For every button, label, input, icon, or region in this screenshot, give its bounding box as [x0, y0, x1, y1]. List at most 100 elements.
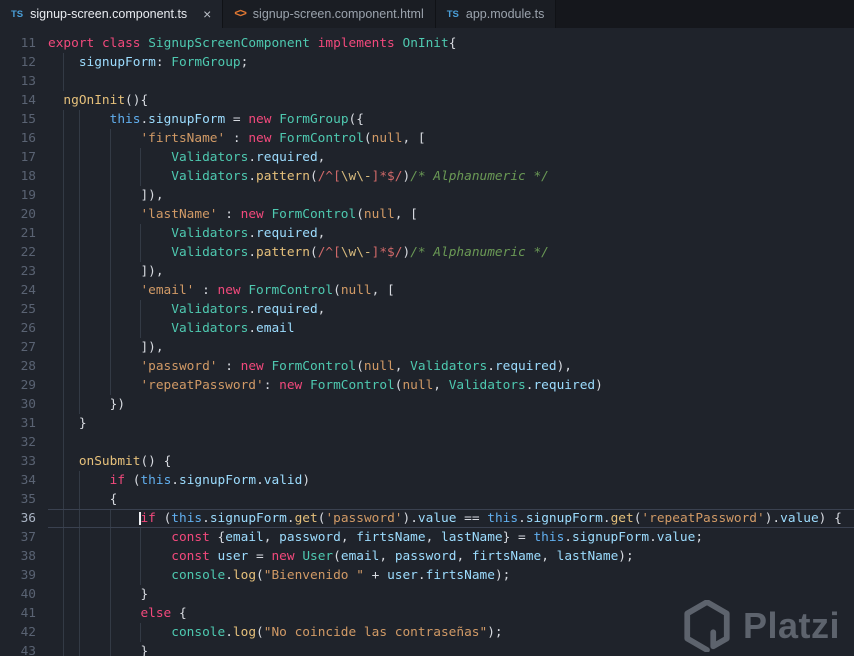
- line-number[interactable]: 32: [0, 433, 36, 452]
- tab-signup-screen.component.ts[interactable]: TS signup-screen.component.ts ×: [0, 0, 224, 28]
- code-token: .: [256, 473, 264, 488]
- line-number[interactable]: 42: [0, 623, 36, 642]
- line-number[interactable]: 19: [0, 186, 36, 205]
- code-token: ]),: [140, 340, 164, 355]
- code-text[interactable]: }: [48, 414, 854, 433]
- line-number[interactable]: 25: [0, 300, 36, 319]
- code-token: firtsName: [471, 549, 542, 564]
- code-token: ,: [379, 549, 395, 564]
- code-token: Validators: [171, 245, 249, 260]
- code-text[interactable]: 'repeatPassword': new FormControl(null, …: [48, 376, 854, 395]
- code-text[interactable]: if (this.signupForm.get('password').valu…: [48, 509, 854, 528]
- line-number[interactable]: 26: [0, 319, 36, 338]
- code-editor[interactable]: 11 export class SignupScreenComponent imp…: [0, 28, 854, 656]
- line-number[interactable]: 38: [0, 547, 36, 566]
- code-text[interactable]: ]),: [48, 338, 854, 357]
- code-text[interactable]: Validators.required,: [48, 224, 854, 243]
- line-number[interactable]: 24: [0, 281, 36, 300]
- line-number[interactable]: 17: [0, 148, 36, 167]
- code-text[interactable]: signupForm: FormGroup;: [48, 53, 854, 72]
- code-line-36: 36 if (this.signupForm.get('password').va…: [0, 509, 854, 528]
- code-token: FormControl: [248, 283, 334, 298]
- line-number[interactable]: 30: [0, 395, 36, 414]
- line-number[interactable]: 21: [0, 224, 36, 243]
- line-number[interactable]: 28: [0, 357, 36, 376]
- code-text[interactable]: Validators.required,: [48, 300, 854, 319]
- code-text[interactable]: [48, 433, 854, 452]
- line-number[interactable]: 34: [0, 471, 36, 490]
- code-line-27: 27]),: [0, 338, 854, 357]
- line-number[interactable]: 23: [0, 262, 36, 281]
- code-line-38: 38 const user = new User(email, password,…: [0, 547, 854, 566]
- code-token: ngOnInit: [63, 93, 126, 108]
- code-token: );: [487, 625, 503, 640]
- code-text[interactable]: this.signupForm = new FormGroup({: [48, 110, 854, 129]
- code-text[interactable]: }): [48, 395, 854, 414]
- tab-app.module.ts[interactable]: TS app.module.ts: [435, 0, 557, 28]
- code-token: {: [109, 492, 118, 507]
- indent-guide: [109, 224, 111, 243]
- indent-guide: [109, 338, 111, 357]
- line-number[interactable]: 18: [0, 167, 36, 186]
- indent-guide: [63, 53, 65, 72]
- line-number[interactable]: 43: [0, 642, 36, 656]
- code-token: signupForm: [179, 473, 257, 488]
- code-token: value: [656, 530, 696, 545]
- code-text[interactable]: export class SignupScreenComponent imple…: [48, 34, 854, 53]
- line-number[interactable]: 14: [0, 91, 36, 110]
- tab-signup-screen.component.html[interactable]: <> signup-screen.component.html: [223, 0, 436, 28]
- line-number[interactable]: 13: [0, 72, 36, 91]
- code-text[interactable]: }: [48, 585, 854, 604]
- line-number[interactable]: 29: [0, 376, 36, 395]
- line-number[interactable]: 11: [0, 34, 36, 53]
- code-text[interactable]: if (this.signupForm.valid): [48, 471, 854, 490]
- code-text[interactable]: ngOnInit(){: [48, 91, 854, 110]
- line-number[interactable]: 15: [0, 110, 36, 129]
- code-text[interactable]: const {email, password, firtsName, lastN…: [48, 528, 854, 547]
- code-token: email: [225, 530, 264, 545]
- line-number[interactable]: 41: [0, 604, 36, 623]
- tab-close-icon[interactable]: ×: [203, 7, 211, 21]
- code-line-29: 29 'repeatPassword': new FormControl(null…: [0, 376, 854, 395]
- line-number[interactable]: 12: [0, 53, 36, 72]
- code-text[interactable]: 'password' : new FormControl(null, Valid…: [48, 357, 854, 376]
- code-token: signupForm: [78, 55, 156, 70]
- line-number[interactable]: 31: [0, 414, 36, 433]
- line-number[interactable]: 39: [0, 566, 36, 585]
- code-text[interactable]: 'lastName' : new FormControl(null, [: [48, 205, 854, 224]
- code-token: (: [356, 359, 364, 374]
- code-token: /^[: [317, 169, 341, 184]
- indent-guide: [109, 547, 111, 566]
- code-token: pattern: [256, 245, 310, 260]
- code-text[interactable]: [48, 72, 854, 91]
- line-number[interactable]: 22: [0, 243, 36, 262]
- code-text[interactable]: Validators.email: [48, 319, 854, 338]
- line-number[interactable]: 35: [0, 490, 36, 509]
- code-text[interactable]: ]),: [48, 262, 854, 281]
- code-text[interactable]: }: [48, 642, 854, 656]
- code-token: ,: [425, 530, 441, 545]
- code-text[interactable]: {: [48, 490, 854, 509]
- line-number[interactable]: 33: [0, 452, 36, 471]
- line-number[interactable]: 40: [0, 585, 36, 604]
- code-token: Validators: [171, 226, 249, 241]
- code-text[interactable]: onSubmit() {: [48, 452, 854, 471]
- code-token: ) {: [818, 511, 842, 526]
- code-text[interactable]: 'firtsName' : new FormControl(null, [: [48, 129, 854, 148]
- code-text[interactable]: 'email' : new FormControl(null, [: [48, 281, 854, 300]
- line-number[interactable]: 36: [0, 509, 36, 528]
- code-text[interactable]: Validators.required,: [48, 148, 854, 167]
- code-text[interactable]: console.log("Bienvenido " + user.firtsNa…: [48, 566, 854, 585]
- code-text[interactable]: ]),: [48, 186, 854, 205]
- line-number[interactable]: 16: [0, 129, 36, 148]
- line-number[interactable]: 37: [0, 528, 36, 547]
- line-number[interactable]: 20: [0, 205, 36, 224]
- code-text[interactable]: const user = new User(email, password, f…: [48, 547, 854, 566]
- code-line-14: 14 ngOnInit(){: [0, 91, 854, 110]
- code-text[interactable]: console.log("No coincide las contraseñas…: [48, 623, 854, 642]
- code-text[interactable]: Validators.pattern(/^[\w\-]*$/)/* Alphan…: [48, 243, 854, 262]
- line-number[interactable]: 27: [0, 338, 36, 357]
- indent-guide: [63, 262, 65, 281]
- code-text[interactable]: Validators.pattern(/^[\w\-]*$/)/* Alphan…: [48, 167, 854, 186]
- code-text[interactable]: else {: [48, 604, 854, 623]
